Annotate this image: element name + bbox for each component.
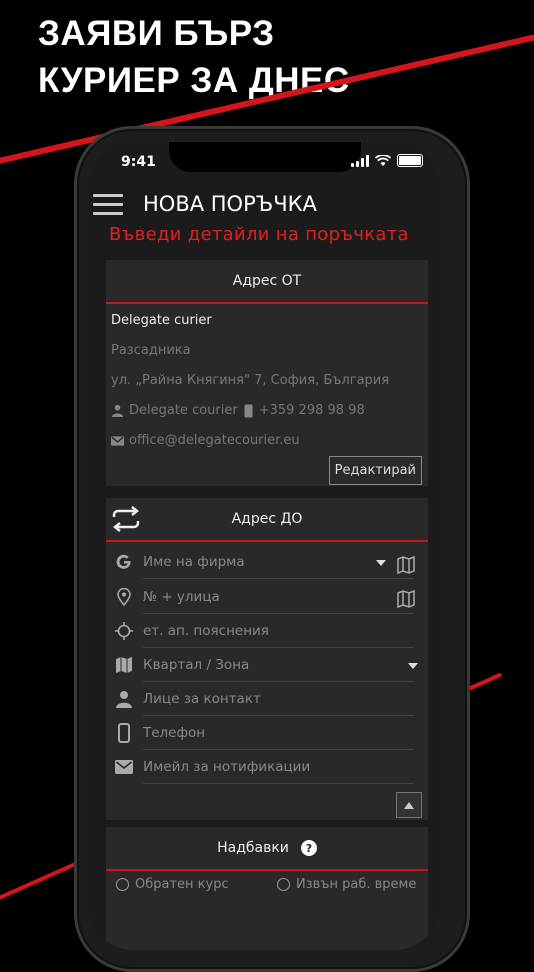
district-select[interactable]: Квартал / Зона	[143, 648, 414, 682]
location-pin-icon	[114, 587, 134, 607]
to-card-title: Адрес ДО	[231, 511, 303, 527]
mail-icon	[111, 435, 124, 446]
extras-card: Надбавки ? Обратен курс Извън раб. време	[106, 827, 428, 950]
from-card-title: Адрес ОТ	[106, 260, 428, 304]
person-icon	[111, 404, 124, 417]
contact-person-input[interactable]: Лице за контакт	[143, 682, 414, 716]
phone-icon	[114, 723, 134, 743]
chevron-down-icon[interactable]	[376, 560, 386, 566]
triangle-up-icon	[404, 801, 414, 809]
scroll-up-button[interactable]	[396, 792, 422, 818]
chevron-down-icon[interactable]	[408, 663, 418, 669]
radio-circle	[116, 878, 129, 891]
after-hours-option[interactable]: Извън раб. време	[277, 877, 416, 892]
crosshair-icon	[114, 621, 134, 641]
swap-icon[interactable]	[110, 506, 142, 532]
from-address-card: Адрес ОТ Delegate curier Разсадника ул. …	[106, 260, 428, 486]
to-card-header: Адрес ДО	[106, 498, 428, 542]
radio-circle	[277, 878, 290, 891]
from-district: Разсадника	[111, 343, 191, 358]
person-icon	[114, 689, 134, 709]
map-zone-icon	[114, 655, 134, 675]
from-phone: +359 298 98 98	[258, 403, 365, 418]
battery-icon	[397, 154, 423, 167]
google-icon	[114, 552, 134, 572]
company-name-input[interactable]: Име на фирма	[143, 545, 414, 579]
extras-card-header: Надбавки ?	[106, 827, 428, 871]
help-icon[interactable]: ?	[300, 840, 317, 856]
return-course-label: Обратен курс	[135, 877, 229, 892]
page-subtitle: Въведи детайли на поръчката	[109, 224, 409, 245]
to-address-card: Адрес ДО Име на фирма № + улица ет. ап. …	[106, 498, 428, 820]
extras-card-title: Надбавки	[217, 840, 289, 856]
street-input[interactable]: № + улица	[143, 580, 414, 614]
mail-icon	[114, 757, 134, 777]
from-email: office@delegatecourier.eu	[129, 433, 300, 448]
edit-button[interactable]: Редактирай	[328, 456, 422, 485]
from-contact-row: Delegate courier +359 298 98 98	[111, 403, 365, 418]
notch	[169, 142, 361, 172]
status-icons	[351, 154, 423, 167]
map-icon[interactable]	[396, 555, 416, 575]
map-icon[interactable]	[396, 589, 416, 609]
page-title: НОВА ПОРЪЧКА	[143, 192, 317, 216]
from-address: ул. „Райна Княгиня" 7, София, България	[111, 373, 390, 388]
phone-screen: 9:41 НОВА ПОРЪЧКА Въведи детайли на поръ…	[89, 142, 439, 950]
headline-line-2: КУРИЕР ЗА ДНЕС	[38, 61, 350, 100]
phone-input[interactable]: Телефон	[143, 716, 414, 750]
email-input[interactable]: Имейл за нотификации	[143, 750, 414, 784]
signal-icon	[351, 154, 369, 167]
headline-line-1: ЗАЯВИ БЪРЗ	[38, 14, 275, 53]
status-time: 9:41	[121, 154, 156, 170]
details-input[interactable]: ет. ап. пояснения	[143, 614, 414, 648]
wifi-icon	[375, 154, 391, 166]
from-contact-name: Delegate courier	[129, 403, 238, 418]
after-hours-label: Извън раб. време	[296, 877, 417, 892]
from-company: Delegate curier	[111, 313, 212, 328]
menu-icon[interactable]	[93, 194, 123, 216]
phone-icon	[244, 404, 253, 417]
return-course-option[interactable]: Обратен курс	[116, 877, 229, 892]
from-email-row: office@delegatecourier.eu	[111, 433, 300, 448]
